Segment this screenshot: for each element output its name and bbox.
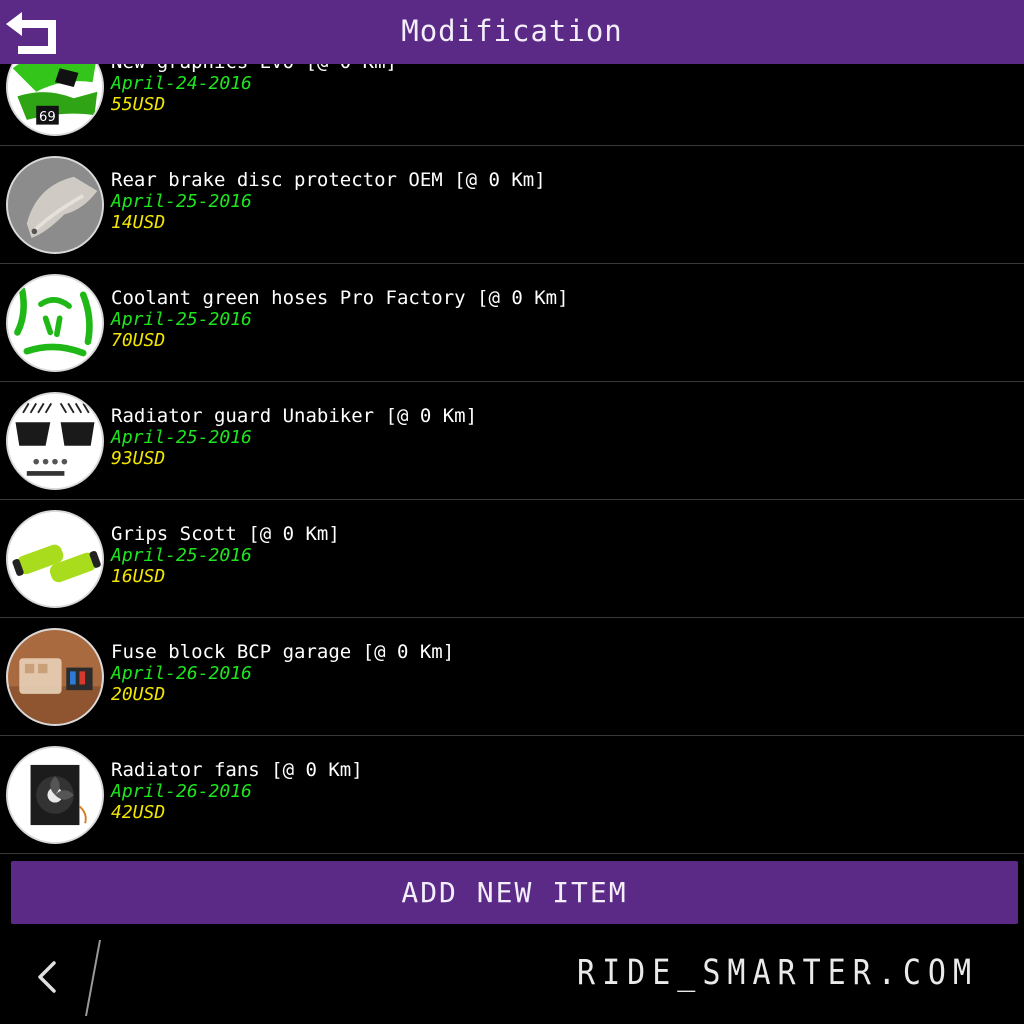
item-date: April-25-2016 [111, 191, 252, 212]
item-title: Fuse block BCP garage [@ 0 Km] [111, 641, 455, 663]
item-title: Rear brake disc protector OEM [@ 0 Km] [111, 169, 546, 191]
item-thumbnail [6, 510, 104, 608]
item-date: April-26-2016 [111, 781, 252, 802]
item-price: 14USD [111, 212, 166, 233]
item-date: April-25-2016 [111, 545, 252, 566]
item-date: April-25-2016 [111, 427, 252, 448]
chevron-left-icon [38, 961, 56, 993]
item-price: 42USD [111, 802, 166, 823]
page-title: Modification [401, 14, 623, 48]
item-price: 20USD [111, 684, 166, 705]
item-thumbnail [6, 628, 104, 726]
item-thumbnail [6, 274, 104, 372]
item-price: 93USD [111, 448, 166, 469]
item-date: April-26-2016 [111, 663, 252, 684]
item-price: 16USD [111, 566, 166, 587]
radiator-fan-image [8, 748, 102, 842]
grips-image [8, 512, 102, 606]
item-thumbnail [6, 392, 104, 490]
item-title: Grips Scott [@ 0 Km] [111, 523, 340, 545]
brand-logo-text: RIDE_SMARTER.COM [577, 953, 978, 994]
item-title: Radiator fans [@ 0 Km] [111, 759, 363, 781]
nav-back-button[interactable] [30, 955, 66, 999]
item-title: Coolant green hoses Pro Factory [@ 0 Km] [111, 287, 569, 309]
divider-slash-icon [85, 939, 101, 1017]
item-date: April-25-2016 [111, 309, 252, 330]
item-date: April-24-2016 [111, 73, 252, 94]
list-item[interactable]: Radiator guard Unabiker [@ 0 Km] April-2… [0, 382, 1024, 500]
fuse-block-image [8, 630, 102, 724]
radiator-guards-image [8, 394, 102, 488]
svg-text:69: 69 [39, 110, 56, 125]
app-header: Modification [0, 0, 1024, 64]
item-price: 55USD [111, 94, 166, 115]
green-hoses-image [8, 276, 102, 370]
item-title: Radiator guard Unabiker [@ 0 Km] [111, 405, 478, 427]
add-new-item-button[interactable]: ADD NEW ITEM [11, 861, 1018, 924]
list-item[interactable]: Grips Scott [@ 0 Km] April-25-2016 16USD [0, 500, 1024, 618]
item-thumbnail [6, 156, 104, 254]
item-price: 70USD [111, 330, 166, 351]
item-thumbnail [6, 746, 104, 844]
list-item[interactable]: Rear brake disc protector OEM [@ 0 Km] A… [0, 146, 1024, 264]
brake-disc-protector-image [8, 158, 102, 252]
list-item[interactable]: Radiator fans [@ 0 Km] April-26-2016 42U… [0, 736, 1024, 854]
list-item[interactable]: Fuse block BCP garage [@ 0 Km] April-26-… [0, 618, 1024, 736]
list-item[interactable]: Coolant green hoses Pro Factory [@ 0 Km]… [0, 264, 1024, 382]
modification-list[interactable]: 69 New graphics Evo [@ 0 Km] April-24-20… [0, 28, 1024, 856]
